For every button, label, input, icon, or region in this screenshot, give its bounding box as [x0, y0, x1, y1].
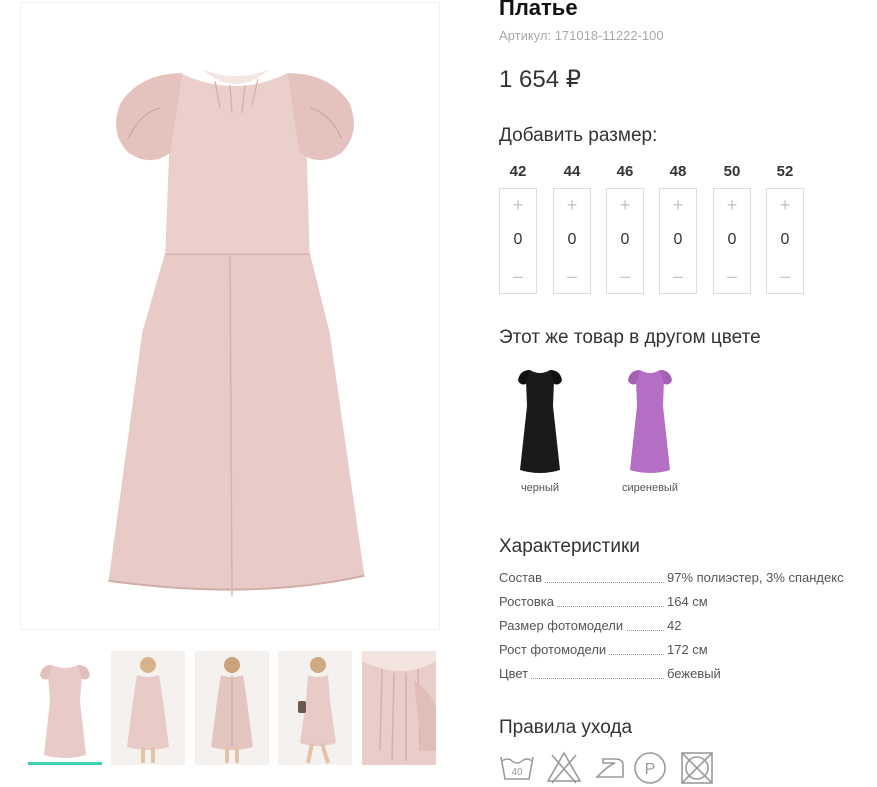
minus-icon[interactable]: – [714, 267, 750, 285]
quantity-value[interactable]: 0 [607, 231, 643, 249]
wash-40-icon: 40 [500, 756, 534, 780]
char-row: Состав 97% полиэстер, 3% спандекс [499, 570, 869, 594]
iron-icon [595, 758, 624, 778]
minus-icon[interactable]: – [554, 267, 590, 285]
char-key: Размер фотомодели [499, 618, 627, 633]
dress-image [108, 69, 365, 596]
plus-icon[interactable]: + [767, 196, 803, 214]
quantity-value[interactable]: 0 [554, 231, 590, 249]
thumb-model-back[interactable] [195, 651, 269, 765]
size-50: 50 + 0 – [713, 162, 751, 294]
char-row: Ростовка 164 см [499, 594, 869, 618]
main-product-photo[interactable] [20, 2, 440, 630]
size-label: 52 [776, 163, 794, 180]
size-52: 52 + 0 – [766, 162, 804, 294]
black-dress-image [518, 370, 562, 473]
product-title: Платье [499, 0, 578, 20]
plus-icon[interactable]: + [500, 196, 536, 214]
minus-icon[interactable]: – [500, 267, 536, 285]
other-colors-heading: Этот же товар в другом цвете [499, 327, 761, 348]
product-price: 1 654 ₽ [499, 66, 581, 93]
quantity-value[interactable]: 0 [500, 231, 536, 249]
color-swatch-lilac[interactable]: сиреневый [605, 362, 695, 494]
dry-clean-p-icon: P [634, 752, 666, 784]
char-row: Цвет бежевый [499, 666, 869, 690]
thumb-detail[interactable] [362, 651, 436, 765]
characteristics-heading: Характеристики [499, 536, 640, 557]
thumb-model-side[interactable] [278, 651, 352, 765]
char-key: Ростовка [499, 594, 557, 609]
quantity-value[interactable]: 0 [714, 231, 750, 249]
color-swatch-black[interactable]: черный [495, 362, 585, 494]
no-tumble-dry-icon [681, 752, 713, 784]
quantity-stepper: + 0 – [713, 188, 751, 294]
char-key: Рост фотомодели [499, 642, 610, 657]
plus-icon[interactable]: + [714, 196, 750, 214]
size-label: 46 [616, 163, 634, 180]
characteristics-list: Состав 97% полиэстер, 3% спандекс Ростов… [499, 570, 869, 690]
size-42: 42 + 0 – [499, 162, 537, 294]
size-48: 48 + 0 – [659, 162, 697, 294]
plus-icon[interactable]: + [554, 196, 590, 214]
svg-text:P: P [645, 761, 656, 778]
size-label: 48 [669, 163, 687, 180]
quantity-stepper: + 0 – [659, 188, 697, 294]
char-key: Цвет [499, 666, 532, 681]
add-size-heading: Добавить размер: [499, 125, 658, 146]
quantity-stepper: + 0 – [766, 188, 804, 294]
minus-icon[interactable]: – [767, 267, 803, 285]
char-value: бежевый [667, 666, 721, 681]
size-label: 44 [563, 163, 581, 180]
size-46: 46 + 0 – [606, 162, 644, 294]
minus-icon[interactable]: – [660, 267, 696, 285]
plus-icon[interactable]: + [607, 196, 643, 214]
color-name: сиреневый [622, 482, 678, 494]
lilac-dress-image [628, 370, 672, 473]
gallery-thumbnails [28, 651, 438, 771]
color-name: черный [520, 482, 560, 494]
char-value: 97% полиэстер, 3% спандекс [667, 570, 844, 585]
size-label: 50 [723, 163, 741, 180]
quantity-value[interactable]: 0 [660, 231, 696, 249]
care-heading: Правила ухода [499, 717, 633, 738]
thumb-front[interactable] [28, 651, 102, 765]
char-row: Рост фотомодели 172 см [499, 642, 869, 666]
char-value: 172 см [667, 642, 708, 657]
char-value: 164 см [667, 594, 708, 609]
char-key: Состав [499, 570, 546, 585]
quantity-stepper: + 0 – [553, 188, 591, 294]
product-sku: Артикул: 171018-11222-100 [499, 28, 664, 43]
plus-icon[interactable]: + [660, 196, 696, 214]
size-44: 44 + 0 – [553, 162, 591, 294]
svg-text:40: 40 [511, 767, 523, 778]
char-row: Размер фотомодели 42 [499, 618, 869, 642]
quantity-value[interactable]: 0 [767, 231, 803, 249]
no-bleach-icon [546, 751, 582, 784]
quantity-stepper: + 0 – [499, 188, 537, 294]
minus-icon[interactable]: – [607, 267, 643, 285]
size-label: 42 [509, 163, 527, 180]
thumb-model-front[interactable] [111, 651, 185, 765]
quantity-stepper: + 0 – [606, 188, 644, 294]
char-value: 42 [667, 618, 682, 633]
